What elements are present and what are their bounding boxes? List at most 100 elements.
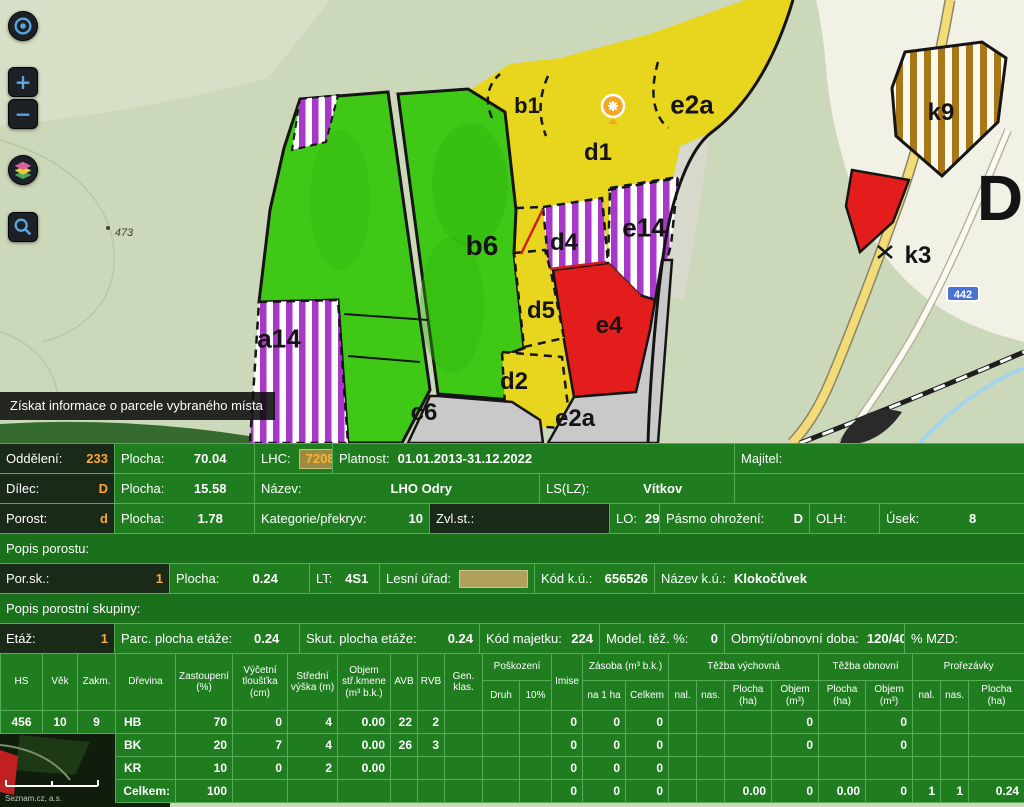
parcel-a14[interactable]: [248, 298, 350, 445]
col-header-stredni: Střední výška (m): [287, 653, 338, 711]
col-header-pror-plocha: Plocha (ha): [968, 680, 1024, 711]
table-cell: 0: [625, 779, 670, 803]
field-mzd: % MZD:: [911, 631, 958, 646]
table-cell: 0: [625, 756, 670, 780]
table-cell: 0.24: [968, 779, 1024, 803]
table-cell: 9: [77, 710, 116, 734]
table-cell: 0: [865, 733, 914, 757]
search-button[interactable]: [8, 212, 38, 242]
parcel-info-panel: Oddělení:233 Plocha:70.04 LHC:720803 Pla…: [0, 443, 1024, 654]
table-cell: 4: [287, 733, 338, 757]
field-obmyti: Obmýtí/obnovní doba: 120/40: [725, 624, 905, 653]
table-cell: 0.00: [337, 733, 391, 757]
table-cell: 0.00: [818, 779, 867, 803]
zoom-in-button[interactable]: +: [8, 67, 38, 97]
info-row-oddeleni: Oddělení:233 Plocha:70.04 LHC:720803 Pla…: [0, 444, 1024, 474]
table-cell: 0: [582, 756, 627, 780]
table-cell: [818, 710, 867, 734]
table-cell: 7: [232, 733, 288, 757]
field-oddeleni: Oddělení: 233: [0, 444, 115, 473]
table-cell: 20: [175, 733, 233, 757]
map-attribution: Seznam.cz, a.s.: [5, 794, 62, 803]
info-row-etaz: Etáž: 1 Parc. plocha etáže: 0.24 Skut. plo…: [0, 624, 1024, 654]
info-row-porost: Porost: d Plocha: 1.78 Kategorie/překryv: 1…: [0, 504, 1024, 534]
field-model-tez: Model. těž. %: 0: [600, 624, 725, 653]
table-cell: 0: [551, 756, 584, 780]
col-header-zastoupeni: Zastoupení (%): [175, 653, 233, 711]
label-popis-skupiny: Popis porostní skupiny:: [0, 594, 1024, 623]
table-cell: 3: [417, 733, 445, 757]
col-group-prorezavky: Prořezávky: [912, 653, 1024, 681]
table-cell: 0: [582, 733, 627, 757]
field-plocha-porsk: Plocha: 0.24: [170, 564, 310, 593]
table-cell: [940, 710, 970, 734]
col-header-10pct: 10%: [518, 680, 553, 711]
table-cell: Celkem:: [115, 779, 176, 803]
table-cell: 0: [771, 733, 820, 757]
zoom-out-button[interactable]: −: [8, 99, 38, 129]
table-row: BK 20 7 4 0.00 26 3 0 0 0 0 0: [115, 733, 1024, 757]
table-cell: [287, 779, 338, 803]
col-header-objem-kmene: Objem stř.kmene (m³ b.k.): [337, 653, 391, 711]
field-parc-plocha: Parc. plocha etáže: 0.24: [115, 624, 300, 653]
table-cell: [444, 710, 483, 734]
field-lhc: LHC:720803: [255, 444, 333, 473]
field-platnost: Platnost: 01.01.2013-31.12.2022: [333, 444, 735, 473]
col-header-rvb: RVB: [417, 653, 445, 711]
table-cell: 0: [551, 710, 584, 734]
table-cell: 0: [865, 779, 914, 803]
col-header-obn-objem: Objem (m³): [865, 680, 914, 711]
col-header-na1ha: na 1 ha: [582, 680, 627, 711]
field-olh: OLH:: [810, 504, 880, 533]
field-kategorie: Kategorie/překryv: 10: [255, 504, 430, 533]
table-cell: 0.00: [724, 779, 773, 803]
poi-marker-icon[interactable]: [599, 93, 627, 132]
table-cell: [444, 756, 483, 780]
col-header-zakm: Zakm.: [77, 653, 116, 711]
table-cell: [482, 710, 520, 734]
col-header-vych-plocha: Plocha (ha): [724, 680, 773, 711]
field-plocha-porost: Plocha: 1.78: [115, 504, 255, 533]
table-cell: 70: [175, 710, 233, 734]
table-cell: 0.00: [337, 756, 391, 780]
locate-button[interactable]: [8, 11, 38, 41]
col-header-druh: Druh: [482, 680, 520, 711]
col-group-poskozeni: Poškození: [481, 653, 553, 681]
layers-button[interactable]: [8, 155, 38, 185]
table-cell: [696, 733, 726, 757]
app-root: Seznam.cz, a.s. b1 d1 e2a b6 d4 e14 d5 e4 a14 d2 c…: [0, 0, 1024, 807]
table-cell: [940, 756, 970, 780]
table-cell: [668, 710, 698, 734]
field-kod-majetku: Kód majetku: 224: [480, 624, 600, 653]
table-cell: 0: [232, 710, 288, 734]
col-header-vych-nas: nas.: [696, 680, 726, 711]
field-usek: Úsek: 8: [886, 511, 977, 526]
search-icon: [14, 218, 32, 236]
field-lo: LO: 29: [610, 504, 660, 533]
table-cell: [818, 733, 867, 757]
table-cell: 1: [940, 779, 970, 803]
field-lt: LT: 4S1: [310, 564, 380, 593]
table-cell: 10: [42, 710, 78, 734]
table-cell: KR: [115, 756, 176, 780]
parcel-d4[interactable]: [541, 196, 610, 272]
table-cell: 0: [625, 710, 670, 734]
table-cell: [482, 779, 520, 803]
field-nazev-ku: Název k.ú.: Klokočůvek: [661, 571, 808, 586]
col-header-celkem: Celkem: [625, 680, 670, 711]
table-cell: [232, 779, 288, 803]
table-cell: [417, 779, 445, 803]
table-cell: HB: [115, 710, 176, 734]
table-cell: [724, 756, 773, 780]
table-cell: [518, 733, 553, 757]
col-group-tezba-obnovni: Těžba obnovní: [818, 653, 914, 681]
col-header-vych-nal: nal.: [668, 680, 698, 711]
field-plocha-dilec: Plocha: 15.58: [115, 474, 255, 503]
table-cell: 0.00: [337, 710, 391, 734]
road-number-badge: 442: [946, 285, 980, 302]
table-cell: [668, 733, 698, 757]
table-row: HB 70 0 4 0.00 22 2 0 0 0 0 0: [115, 710, 1024, 734]
table-cell: [968, 756, 1024, 780]
table-cell: 0: [551, 779, 584, 803]
table-cell: 456: [0, 710, 43, 734]
